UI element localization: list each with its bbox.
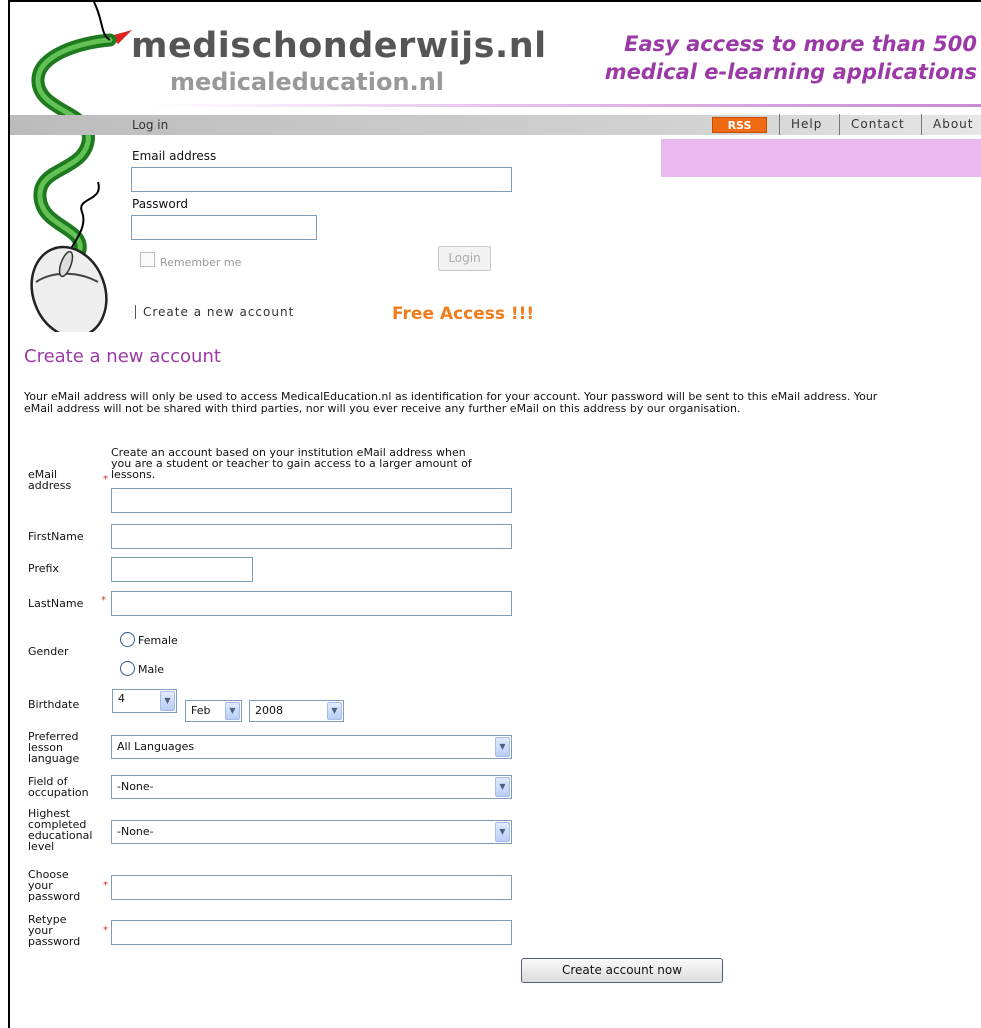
gender-male-radio[interactable] — [120, 661, 135, 676]
tagline-line-2: medical e-learning applications — [604, 60, 977, 84]
lastname-label: LastName — [28, 597, 84, 610]
privacy-notice-line-2: eMail address will not be shared with th… — [24, 402, 741, 415]
nav-link-about[interactable]: About — [933, 117, 973, 131]
privacy-notice: Your eMail address will only be used to … — [24, 391, 979, 415]
site-logo-subtitle[interactable]: medicaleducation.nl — [170, 68, 444, 96]
remember-me-checkbox[interactable] — [140, 252, 155, 267]
email-label: Email address — [132, 149, 217, 163]
chevron-down-icon: ▼ — [495, 777, 510, 797]
gender-female-radio[interactable] — [120, 632, 135, 647]
chevron-down-icon: ▼ — [327, 702, 342, 720]
birth-day-value: 4 — [118, 692, 125, 705]
email-label-line: address — [28, 479, 72, 492]
occupation-label-line: occupation — [28, 786, 89, 799]
education-label: Highest completed educational level — [28, 808, 92, 852]
nav-link-help[interactable]: Help — [791, 117, 822, 131]
header-divider — [150, 104, 981, 107]
gender-male-label: Male — [138, 663, 165, 676]
site-tagline: Easy access to more than 500 medical e-l… — [605, 30, 977, 86]
required-marker: * — [101, 595, 106, 606]
login-button[interactable]: Login — [438, 246, 491, 271]
email-help-text: Create an account based on your institut… — [111, 447, 511, 480]
email-field-label: eMail address — [28, 469, 71, 491]
password-label-line: password — [28, 890, 81, 903]
occupation-label: Field of occupation — [28, 776, 89, 798]
language-label-line: language — [28, 752, 80, 765]
password-field-label: Choose your password — [28, 869, 80, 902]
password-label: Password — [132, 197, 189, 211]
firstname-field[interactable] — [111, 524, 512, 549]
retype-label-line: password — [28, 935, 81, 948]
nav-separator — [839, 114, 840, 135]
remember-me-label: Remember me — [160, 256, 242, 269]
gender-female-label: Female — [138, 634, 178, 647]
firstname-label: FirstName — [28, 530, 84, 543]
chevron-down-icon: ▼ — [160, 691, 175, 711]
birth-year-value: 2008 — [255, 704, 283, 717]
login-heading: Log in — [132, 118, 169, 132]
banner-area — [661, 139, 981, 177]
email-field[interactable] — [111, 488, 512, 513]
password-field[interactable] — [111, 875, 512, 900]
prefix-field[interactable] — [111, 557, 253, 582]
rss-button[interactable]: RSS — [712, 117, 767, 133]
occupation-value: -None- — [117, 780, 154, 793]
retype-password-field[interactable] — [111, 920, 512, 945]
chevron-down-icon: ▼ — [225, 702, 240, 720]
site-logo-title[interactable]: medischonderwijs.nl — [131, 26, 547, 66]
gender-label: Gender — [28, 645, 69, 658]
nav-link-contact[interactable]: Contact — [851, 117, 905, 131]
education-select[interactable]: -None- ▼ — [111, 820, 512, 844]
free-access-label: Free Access !!! — [392, 304, 535, 324]
education-value: -None- — [117, 825, 154, 838]
lastname-field[interactable] — [111, 591, 512, 616]
occupation-select[interactable]: -None- ▼ — [111, 775, 512, 799]
language-label: Preferred lesson language — [28, 731, 79, 764]
language-select[interactable]: All Languages ▼ — [111, 735, 512, 759]
birth-year-select[interactable]: 2008 ▼ — [249, 700, 344, 722]
snake-mouse-logo — [30, 2, 132, 332]
birth-day-select[interactable]: 4 ▼ — [112, 689, 177, 713]
nav-separator — [779, 114, 780, 135]
login-password-input[interactable] — [131, 215, 317, 240]
create-account-button[interactable]: Create account now — [521, 958, 723, 983]
page-title: Create a new account — [24, 346, 221, 367]
required-marker: * — [103, 880, 108, 891]
education-label-line: level — [28, 840, 55, 853]
chevron-down-icon: ▼ — [495, 737, 510, 757]
tagline-line-1: Easy access to more than 500 — [624, 32, 977, 56]
login-email-input[interactable] — [131, 167, 512, 192]
chevron-down-icon: ▼ — [495, 822, 510, 842]
email-help-line-2: you are a student or teacher to gain acc… — [111, 457, 472, 470]
email-help-line-3: lessons. — [111, 468, 156, 481]
create-account-link[interactable]: Create a new account — [135, 305, 294, 319]
required-marker: * — [103, 925, 108, 936]
prefix-label: Prefix — [28, 562, 59, 575]
birth-month-value: Feb — [191, 704, 211, 717]
retype-password-label: Retype your password — [28, 914, 80, 947]
required-marker: * — [103, 474, 108, 485]
language-value: All Languages — [117, 740, 195, 753]
birth-month-select[interactable]: Feb ▼ — [185, 700, 242, 722]
nav-separator — [921, 114, 922, 135]
birthdate-label: Birthdate — [28, 698, 80, 711]
